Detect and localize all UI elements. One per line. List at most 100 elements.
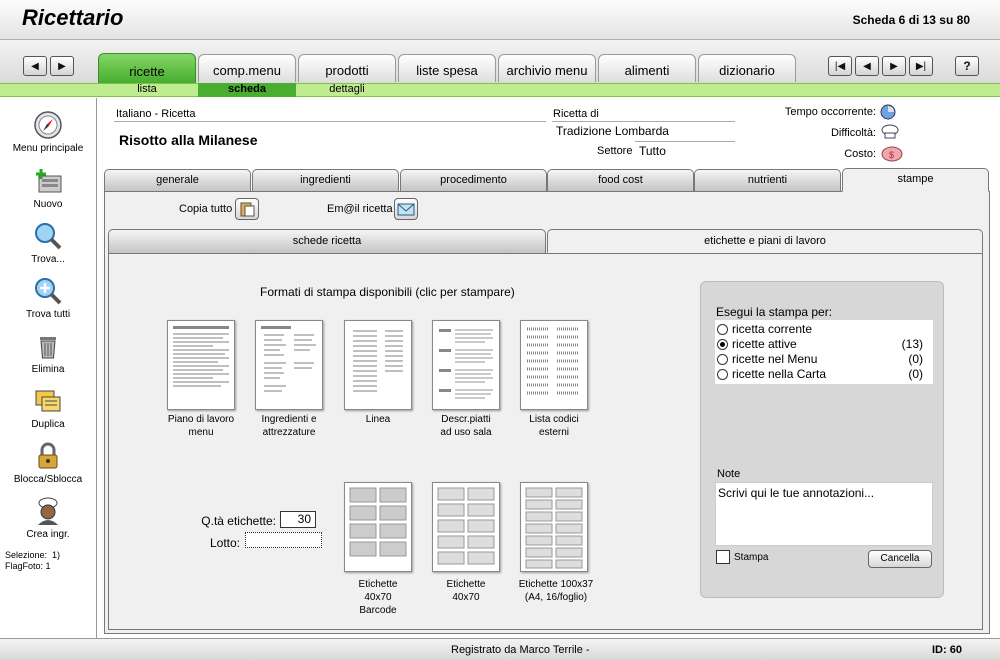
clock-icon[interactable] <box>880 104 896 120</box>
print-options-box: Esegui la stampa per: ricetta corrente r… <box>700 281 944 598</box>
envelope-icon <box>397 203 415 216</box>
tab-stampe[interactable]: stampe <box>842 168 989 192</box>
time-label: Tempo occorrente: <box>784 106 876 118</box>
notes-label: Note <box>717 468 741 480</box>
lot-label: Lotto: <box>209 536 240 550</box>
help-button[interactable]: ? <box>955 56 979 76</box>
tab-dizionario[interactable]: dizionario <box>698 54 796 82</box>
option-ricette-nella-carta[interactable]: ricette nella Carta (0) <box>717 367 929 382</box>
format-lista-codici-thumb[interactable] <box>520 320 588 410</box>
format-piano-lavoro-thumb[interactable] <box>167 320 235 410</box>
format-ingredienti-thumb[interactable] <box>255 320 323 410</box>
document-descriptions-icon <box>439 329 493 399</box>
next-record-button[interactable]: ▶ <box>882 56 906 76</box>
first-record-icon: |◀ <box>834 60 846 72</box>
tab-alimenti[interactable]: alimenti <box>598 54 696 82</box>
format-etichette-40x70-thumb[interactable] <box>432 482 500 572</box>
radio-button[interactable] <box>717 324 728 336</box>
format-etichette-100x37-thumb[interactable] <box>520 482 588 572</box>
new-record-icon <box>36 169 62 193</box>
label-qty-input[interactable]: 30 <box>280 511 316 528</box>
label-sheet-a4-icon <box>525 487 583 569</box>
format-label: Ingredienti e attrezzature <box>261 414 317 438</box>
sector-label: Settore <box>597 145 633 157</box>
sidebar-item-duplica[interactable]: Duplica <box>0 386 96 441</box>
chef-hat-icon[interactable] <box>880 124 900 140</box>
print-notes-checkbox[interactable] <box>716 550 730 564</box>
tab-ingredienti[interactable]: ingredienti <box>252 169 399 191</box>
padlock-icon <box>38 442 58 469</box>
magnifier-plus-icon <box>35 278 62 305</box>
email-recipe-label: Em@il ricetta <box>327 203 393 215</box>
trash-icon <box>40 337 56 359</box>
option-ricette-attive[interactable]: ricette attive (13) <box>717 337 929 352</box>
duplicate-icon <box>35 390 61 412</box>
tab-archivio-menu[interactable]: archivio menu <box>498 54 596 82</box>
email-recipe-button[interactable] <box>394 198 418 220</box>
option-ricette-nel-menu[interactable]: ricette nel Menu (0) <box>717 352 929 367</box>
sidebar-item-trova[interactable]: Trova... <box>0 221 96 276</box>
help-icon: ? <box>963 59 971 73</box>
radio-button[interactable] <box>717 369 728 381</box>
tab-procedimento[interactable]: procedimento <box>400 169 547 191</box>
recipe-origin-label: Ricetta di <box>553 108 599 120</box>
sector-field[interactable]: Tutto <box>635 141 735 159</box>
sidebar-item-blocca-sblocca[interactable]: Blocca/Sblocca <box>0 441 96 496</box>
tab-ricette[interactable]: ricette <box>98 53 196 83</box>
tab-comp-menu[interactable]: comp.menu <box>198 54 296 82</box>
format-etichette-barcode-thumb[interactable] <box>344 482 412 572</box>
label-format-label: Etichette 40x70 <box>446 579 486 603</box>
tab-food-cost[interactable]: food cost <box>547 169 694 191</box>
sidebar-item-elimina[interactable]: Elimina <box>0 331 96 386</box>
print-formats-heading: Formati di stampa disponibili (clic per … <box>260 285 515 299</box>
tab-prodotti[interactable]: prodotti <box>298 54 396 82</box>
forward-button[interactable]: ▶ <box>50 56 74 76</box>
registered-by: Registrato da Marco Terrile - <box>451 644 590 656</box>
arrow-right-icon: ▶ <box>58 60 66 72</box>
option-ricetta-corrente[interactable]: ricetta corrente <box>717 322 929 337</box>
sidebar-item-trova-tutti[interactable]: Trova tutti <box>0 276 96 331</box>
piggy-bank-icon[interactable]: $ <box>879 144 905 162</box>
clipboard-icon <box>240 202 255 217</box>
sidebar-item-crea-ingr[interactable]: Crea ingr. <box>0 496 96 551</box>
tab-etichette-piani[interactable]: etichette e piani di lavoro <box>547 229 983 253</box>
format-descr-piatti-thumb[interactable] <box>432 320 500 410</box>
radio-button-selected[interactable] <box>717 339 728 351</box>
first-record-button[interactable]: |◀ <box>828 56 852 76</box>
tab-nutrienti[interactable]: nutrienti <box>694 169 841 191</box>
tab-liste-spesa[interactable]: liste spesa <box>398 54 496 82</box>
lot-input[interactable] <box>245 532 322 548</box>
notes-textarea[interactable]: Scrivi qui le tue annotazioni... <box>715 482 933 546</box>
label-sheet-barcode-icon <box>349 487 407 557</box>
format-label: Piano di lavoro menu <box>167 414 235 438</box>
format-label: Lista codici esterni <box>529 414 579 438</box>
label-qty-label: Q.tà etichette: <box>201 514 276 528</box>
sidebar-item-menu-principale[interactable]: Menu principale <box>0 110 96 165</box>
app-title: Ricettario <box>22 5 124 30</box>
label-format-label: Etichette 100x37 (A4, 16/foglio) <box>518 579 594 603</box>
recipe-name-field[interactable]: Risotto alla Milanese <box>114 121 546 159</box>
subtab-lista[interactable]: lista <box>98 83 196 97</box>
last-record-button[interactable]: ▶| <box>909 56 933 76</box>
document-codes-icon <box>527 327 579 395</box>
back-button[interactable]: ◀ <box>23 56 47 76</box>
app-header: Ricettario Scheda 6 di 13 su 80 <box>0 0 1000 40</box>
subtab-scheda[interactable]: scheda <box>198 83 296 97</box>
cancel-button[interactable]: Cancella <box>868 550 932 568</box>
format-label: Linea <box>365 414 391 425</box>
print-for-heading: Esegui la stampa per: <box>716 305 833 319</box>
tab-generale[interactable]: generale <box>104 169 251 191</box>
subtab-dettagli[interactable]: dettagli <box>298 83 396 97</box>
copy-all-label: Copia tutto <box>179 203 233 215</box>
document-lines-icon <box>173 326 229 387</box>
previous-record-button[interactable]: ◀ <box>855 56 879 76</box>
format-linea-thumb[interactable] <box>344 320 412 410</box>
recipe-origin-field[interactable]: Tradizione Lombarda <box>552 121 735 139</box>
tab-schede-ricetta[interactable]: schede ricetta <box>108 229 546 253</box>
footer-bar: Registrato da Marco Terrile - ID: 60 <box>0 638 1000 660</box>
copy-all-button[interactable] <box>235 198 259 220</box>
radio-button[interactable] <box>717 354 728 366</box>
svg-text:$: $ <box>889 150 894 160</box>
format-label: Descr.piatti ad uso sala <box>440 414 492 438</box>
sidebar-item-nuovo[interactable]: Nuovo <box>0 166 96 221</box>
